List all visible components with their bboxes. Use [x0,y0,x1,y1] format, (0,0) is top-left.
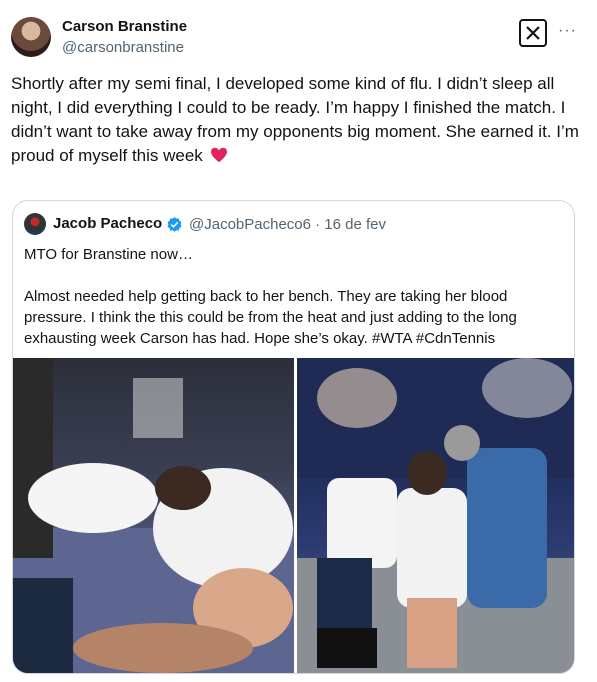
quoted-author-name[interactable]: Jacob Pacheco [53,215,162,232]
photo-medical-check[interactable] [297,358,574,673]
quoted-author-avatar[interactable] [24,213,46,235]
x-logo-icon[interactable] [519,19,547,47]
tweet-text: Shortly after my semi final, I developed… [11,74,579,165]
photo-player-kneeling[interactable] [13,358,294,673]
quoted-tweet-text: MTO for Branstine now… Almost needed hel… [24,246,517,347]
author-avatar[interactable] [11,17,51,57]
quoted-tweet-card[interactable]: Jacob Pacheco @JacobPacheco6 · 16 de fev… [12,200,575,674]
author-handle[interactable]: @carsonbranstine [62,39,184,56]
tweet-body: Shortly after my semi final, I developed… [11,72,587,168]
verified-badge-icon [167,217,182,232]
red-heart-icon [210,147,227,163]
author-name[interactable]: Carson Branstine [62,18,187,35]
more-options-button[interactable]: ··· [558,22,577,40]
quoted-author-handle-date[interactable]: @JacobPacheco6 · 16 de fev [189,216,386,233]
